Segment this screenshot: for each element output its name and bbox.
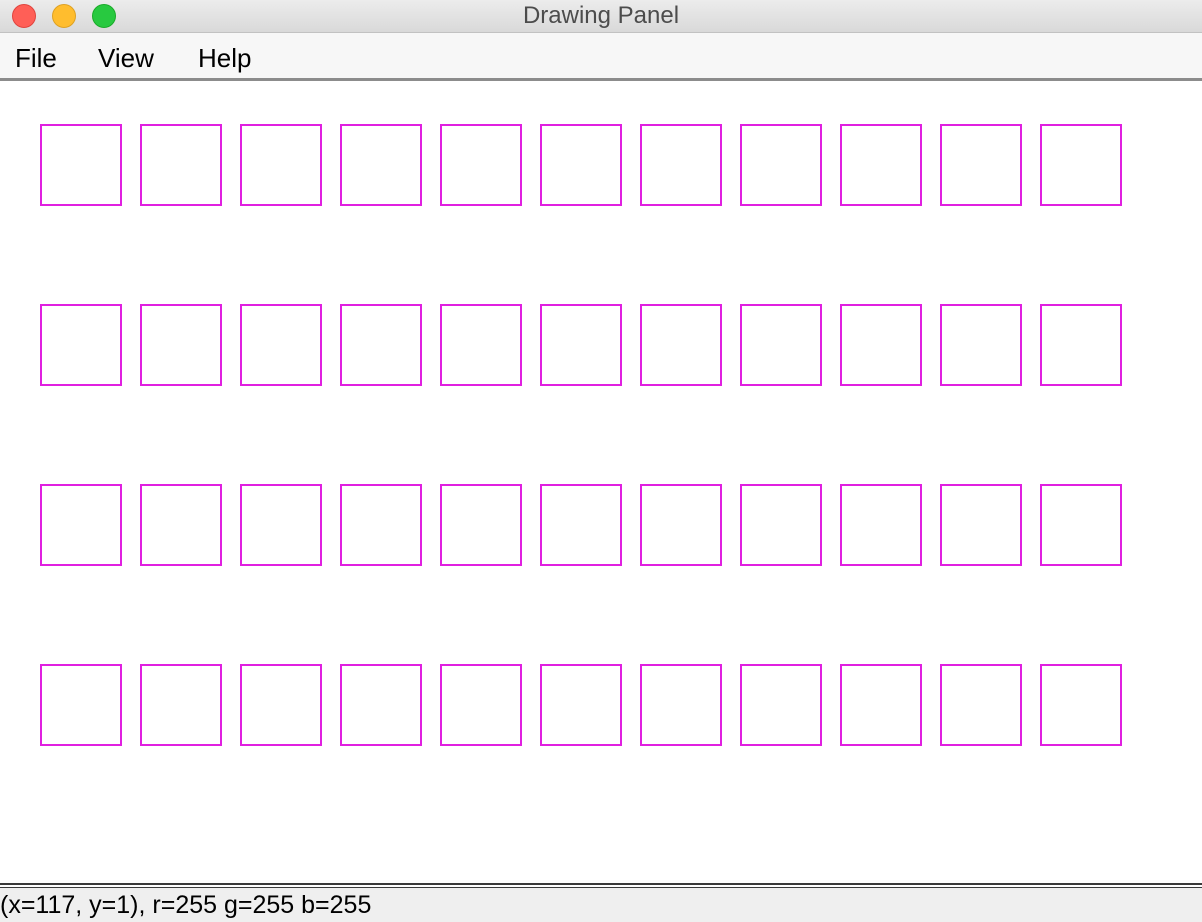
menu-bar: File View Help	[0, 33, 1202, 81]
square-outline	[840, 124, 922, 206]
square-outline	[740, 124, 822, 206]
square-outline	[940, 304, 1022, 386]
square-outline	[340, 664, 422, 746]
square-outline	[40, 484, 122, 566]
square-outline	[140, 664, 222, 746]
square-outline	[40, 664, 122, 746]
square-outline	[940, 484, 1022, 566]
square-outline	[440, 304, 522, 386]
square-outline	[140, 304, 222, 386]
square-outline	[1040, 304, 1122, 386]
square-outline	[540, 664, 622, 746]
square-outline	[640, 664, 722, 746]
window-title: Drawing Panel	[522, 2, 680, 29]
square-outline	[240, 664, 322, 746]
square-outline	[440, 484, 522, 566]
menu-view[interactable]: View	[98, 33, 154, 78]
square-outline	[40, 124, 122, 206]
square-outline	[440, 664, 522, 746]
square-outline	[840, 304, 922, 386]
square-outline	[940, 124, 1022, 206]
square-outline	[340, 484, 422, 566]
status-text: (x=117, y=1), r=255 g=255 b=255	[0, 891, 372, 919]
square-outline	[540, 484, 622, 566]
square-outline	[340, 124, 422, 206]
square-outline	[840, 484, 922, 566]
square-outline	[540, 304, 622, 386]
title-bar: Drawing Panel	[0, 0, 1202, 33]
square-outline	[740, 664, 822, 746]
status-bar: (x=117, y=1), r=255 g=255 b=255	[0, 883, 1202, 922]
square-outline	[340, 304, 422, 386]
square-outline	[1040, 664, 1122, 746]
square-outline	[1040, 484, 1122, 566]
square-outline	[740, 484, 822, 566]
drawing-canvas[interactable]	[0, 81, 1202, 883]
square-outline	[240, 304, 322, 386]
square-outline	[140, 484, 222, 566]
square-outline	[640, 304, 722, 386]
square-outline	[240, 124, 322, 206]
square-outline	[40, 304, 122, 386]
menu-file[interactable]: File	[15, 33, 57, 78]
square-outline	[140, 124, 222, 206]
square-outline	[640, 124, 722, 206]
square-outline	[740, 304, 822, 386]
square-outline	[840, 664, 922, 746]
menu-help[interactable]: Help	[198, 33, 251, 78]
square-outline	[240, 484, 322, 566]
square-grid	[40, 124, 1122, 746]
square-outline	[440, 124, 522, 206]
square-outline	[640, 484, 722, 566]
square-outline	[540, 124, 622, 206]
square-outline	[940, 664, 1022, 746]
square-outline	[1040, 124, 1122, 206]
